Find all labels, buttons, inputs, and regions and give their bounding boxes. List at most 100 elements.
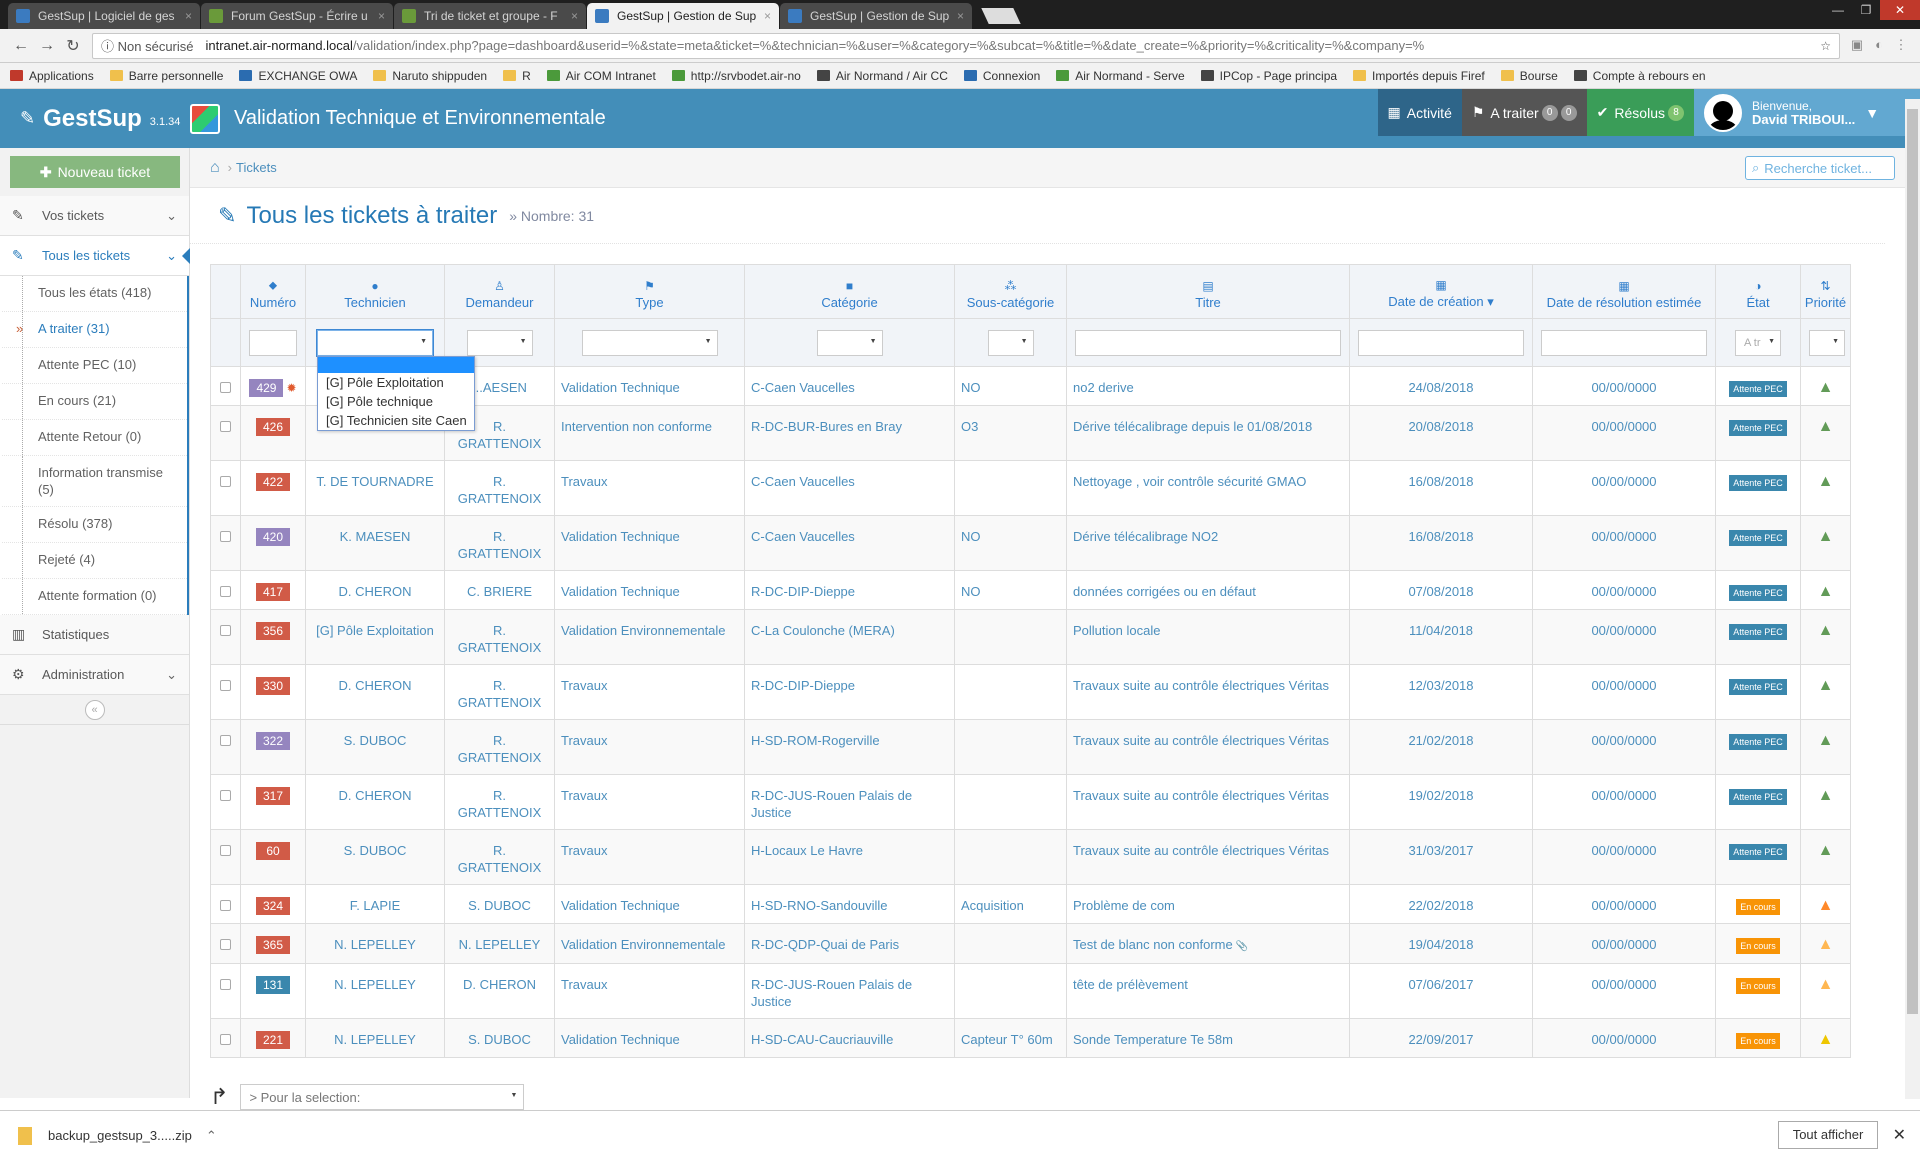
filter-select[interactable] [581,329,718,356]
subcategory-cell[interactable] [954,719,1067,775]
creation-date-cell[interactable]: 20/08/2018 [1349,405,1533,461]
table-row[interactable]: 422 T. DE TOURNADRE R. GRATTENOIX Travaux C-… [210,460,1851,516]
column-header[interactable]: ◑ État [1715,264,1801,319]
browser-tab[interactable]: GestSup | Gestion de Sup × [780,3,972,29]
category-cell[interactable]: H-Locaux Le Havre [744,829,955,885]
title-cell[interactable]: Dérive télécalibrage NO2 [1066,515,1350,571]
subcategory-cell[interactable] [954,460,1067,516]
bookmark-item[interactable]: R [503,69,531,83]
technician-cell[interactable]: T. DE TOURNADRE [305,460,445,516]
menu-icon[interactable]: ⋮ [1890,37,1912,55]
show-all-downloads-button[interactable]: Tout afficher [1778,1121,1878,1149]
ticket-number-badge[interactable]: 356 [256,622,290,640]
type-cell[interactable]: Travaux [554,774,745,830]
sidebar-item-state[interactable]: Tous les états (418) [2,276,187,312]
row-checkbox[interactable] [220,531,231,542]
ticket-number-badge[interactable]: 60 [256,842,290,860]
close-window-icon[interactable]: ✕ [1880,0,1920,20]
maximize-icon[interactable]: ❐ [1852,0,1880,20]
column-header[interactable]: ⁂ Sous-catégorie [954,264,1067,319]
creation-date-cell[interactable]: 31/03/2017 [1349,829,1533,885]
sidebar-statistics[interactable]: ▥ Statistiques [0,615,189,655]
ticket-number-badge[interactable]: 365 [256,936,290,954]
bookmark-star-icon[interactable]: ☆ [1820,39,1831,53]
sidebar-all-tickets[interactable]: ✎ Tous les tickets ⌄ [0,236,190,276]
technician-cell[interactable]: K. MAESEN [305,515,445,571]
subcategory-cell[interactable] [954,923,1067,964]
technician-cell[interactable]: S. DUBOC [305,719,445,775]
technician-cell[interactable]: F. LAPIE [305,884,445,924]
type-cell[interactable]: Travaux [554,719,745,775]
filter-select[interactable] [987,329,1034,356]
title-cell[interactable]: tête de prélèvement [1066,963,1350,1019]
estimated-date-cell[interactable]: 00/00/0000 [1532,366,1716,406]
column-header[interactable]: ▦ Date de résolution estimée [1532,264,1716,319]
column-header[interactable]: ■ Catégorie [744,264,955,319]
ticket-number-badge[interactable]: 417 [256,583,290,601]
estimated-date-cell[interactable]: 00/00/0000 [1532,570,1716,610]
row-checkbox[interactable] [220,421,231,432]
technician-cell[interactable]: S. DUBOC [305,829,445,885]
type-cell[interactable]: Validation Technique [554,366,745,406]
bookmark-item[interactable]: Applications [10,69,94,83]
column-header[interactable]: ⬥ Numéro [240,264,306,319]
estimated-date-cell[interactable]: 00/00/0000 [1532,923,1716,964]
subcategory-cell[interactable]: NO [954,570,1067,610]
bookmark-item[interactable]: http://srvbodet.air-no [671,69,801,83]
row-checkbox[interactable] [220,625,231,636]
column-header[interactable]: ▦ Date de création ▾ [1349,264,1533,319]
title-cell[interactable]: Travaux suite au contrôle électriques Vé… [1066,719,1350,775]
close-icon[interactable]: ✕ [1893,1125,1906,1145]
technician-cell[interactable]: N. LEPELLEY [305,963,445,1019]
row-checkbox[interactable] [220,735,231,746]
reload-icon[interactable]: ↻ [60,36,86,56]
extension-icon[interactable]: ◐ [1868,37,1890,55]
title-cell[interactable]: Test de blanc non conforme 📎 [1066,923,1350,964]
type-cell[interactable]: Travaux [554,664,745,720]
breadcrumb-tickets[interactable]: Tickets [236,160,277,175]
title-cell[interactable]: Pollution locale [1066,609,1350,665]
creation-date-cell[interactable]: 21/02/2018 [1349,719,1533,775]
table-row[interactable]: 420 K. MAESEN R. GRATTENOIX Validation Tech… [210,515,1851,571]
extension-icon[interactable]: ▣ [1846,37,1868,55]
creation-date-cell[interactable]: 24/08/2018 [1349,366,1533,406]
subcategory-cell[interactable] [954,963,1067,1019]
filter-input[interactable] [1541,329,1707,356]
creation-date-cell[interactable]: 19/02/2018 [1349,774,1533,830]
subcategory-cell[interactable] [954,829,1067,885]
type-cell[interactable]: Travaux [554,829,745,885]
download-file-name[interactable]: backup_gestsup_3.....zip [48,1128,192,1143]
title-cell[interactable]: Sonde Temperature Te 58m [1066,1018,1350,1058]
requester-cell[interactable]: R. GRATTENOIX [444,460,555,516]
bookmark-item[interactable]: IPCop - Page principa [1200,69,1337,83]
title-cell[interactable]: Travaux suite au contrôle électriques Vé… [1066,664,1350,720]
requester-cell[interactable]: R. GRATTENOIX [444,664,555,720]
dropdown-option[interactable]: [G] Pôle Exploitation [318,373,474,392]
ticket-number-badge[interactable]: 131 [256,976,290,994]
search-input[interactable]: ⌕ Recherche ticket... [1745,156,1895,180]
technician-cell[interactable]: D. CHERON [305,774,445,830]
table-row[interactable]: 324 F. LAPIE S. DUBOC Validation Technique H… [210,884,1851,924]
category-cell[interactable]: R-DC-QDP-Quai de Paris [744,923,955,964]
scrollbar-thumb[interactable] [1907,109,1918,1014]
sidebar-item-state[interactable]: Rejeté (4) [2,543,187,579]
estimated-date-cell[interactable]: 00/00/0000 [1532,664,1716,720]
bulk-action-select[interactable]: > Pour la selection: [240,1084,525,1110]
requester-cell[interactable]: R. GRATTENOIX [444,719,555,775]
ticket-number-badge[interactable]: 420 [256,528,290,546]
brand[interactable]: ✎ GestSup 3.1.34 [0,105,190,133]
technician-cell[interactable]: N. LEPELLEY [305,923,445,964]
technician-cell[interactable]: D. CHERON [305,570,445,610]
creation-date-cell[interactable]: 22/02/2018 [1349,884,1533,924]
title-cell[interactable]: Dérive télécalibrage depuis le 01/08/201… [1066,405,1350,461]
table-row[interactable]: 365 N. LEPELLEY N. LEPELLEY Validation Envi… [210,923,1851,964]
estimated-date-cell[interactable]: 00/00/0000 [1532,515,1716,571]
category-cell[interactable]: H-SD-RNO-Sandouville [744,884,955,924]
column-header[interactable]: ⇅ Priorité [1800,264,1851,319]
subcategory-cell[interactable]: O3 [954,405,1067,461]
sidebar-item-state[interactable]: A traiter (31) [2,312,187,348]
filter-select[interactable] [1809,329,1845,356]
row-checkbox[interactable] [220,790,231,801]
ticket-number-badge[interactable]: 426 [256,418,290,436]
bookmark-item[interactable]: Connexion [963,69,1040,83]
